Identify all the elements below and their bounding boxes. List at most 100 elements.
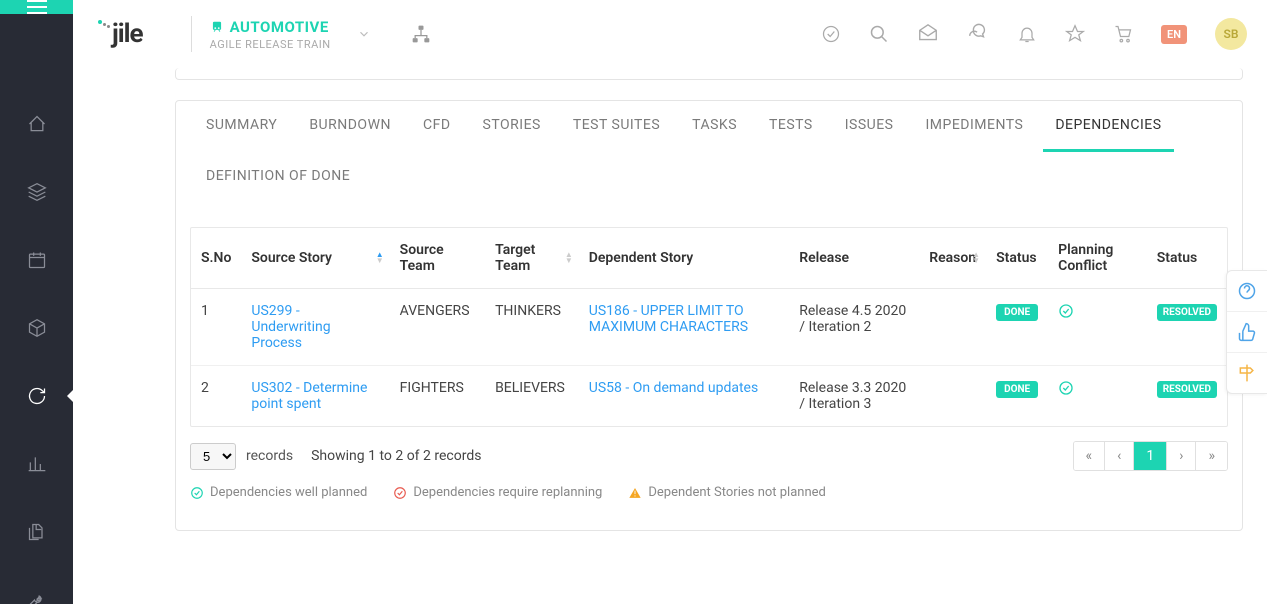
tab-burndown[interactable]: BURNDOWN bbox=[297, 101, 403, 152]
cell-reason bbox=[919, 366, 986, 427]
tab-summary[interactable]: SUMMARY bbox=[194, 101, 289, 152]
source-story-link[interactable]: US299 - Underwriting Process bbox=[251, 303, 330, 351]
col-status2[interactable]: Status bbox=[1147, 228, 1227, 289]
help-icon bbox=[1237, 281, 1257, 301]
status-badge: DONE bbox=[996, 304, 1038, 321]
breadcrumb[interactable]: AUTOMOTIVE AGILE RELEASE TRAIN bbox=[210, 18, 331, 51]
cell-reason bbox=[919, 289, 986, 366]
chat-icon bbox=[967, 23, 989, 45]
mail-button[interactable] bbox=[917, 23, 939, 45]
dependencies-table: S.No Source Story▲▼ Source Team Target T… bbox=[191, 228, 1227, 426]
tabs-row-2: DEFINITION OF DONE bbox=[176, 152, 1242, 203]
pager-prev[interactable]: ‹ bbox=[1105, 442, 1134, 470]
col-planning-conflict[interactable]: Planning Conflict bbox=[1048, 228, 1147, 289]
cart-icon bbox=[1113, 24, 1133, 44]
check-circle-icon bbox=[1058, 380, 1074, 396]
breadcrumb-title: AUTOMOTIVE bbox=[230, 18, 329, 36]
search-icon bbox=[869, 24, 889, 44]
col-dependent-story[interactable]: Dependent Story bbox=[579, 228, 789, 289]
tour-button[interactable] bbox=[1227, 353, 1267, 393]
approve-button[interactable] bbox=[821, 24, 841, 44]
tab-tests[interactable]: TESTS bbox=[757, 101, 825, 152]
col-release[interactable]: Release bbox=[789, 228, 919, 289]
legend-not-planned: Dependent Stories not planned bbox=[628, 485, 826, 500]
dependent-story-link[interactable]: US58 - On demand updates bbox=[589, 380, 758, 396]
cell-dependent-story: US186 - UPPER LIMIT TO MAXIMUM CHARACTER… bbox=[579, 289, 789, 366]
feedback-button[interactable] bbox=[1227, 312, 1267, 353]
sidebar-tools[interactable] bbox=[17, 580, 57, 604]
star-icon bbox=[1065, 24, 1085, 44]
tab-cfd[interactable]: CFD bbox=[411, 101, 463, 152]
table-footer: 5 records Showing 1 to 2 of 2 records « … bbox=[190, 441, 1228, 471]
col-target-team[interactable]: Target Team▲▼ bbox=[485, 228, 579, 289]
sidebar-toggle[interactable] bbox=[0, 0, 73, 14]
cell-target-team: THINKERS bbox=[485, 289, 579, 366]
help-button[interactable] bbox=[1227, 271, 1267, 312]
check-circle-icon bbox=[1058, 303, 1074, 319]
logo-text: jile bbox=[112, 19, 143, 49]
chat-button[interactable] bbox=[967, 23, 989, 45]
source-story-link[interactable]: US302 - Determine point spent bbox=[251, 380, 367, 412]
pager-first[interactable]: « bbox=[1074, 442, 1106, 470]
sidebar-box[interactable] bbox=[17, 308, 57, 348]
home-icon bbox=[27, 114, 47, 134]
col-source-story[interactable]: Source Story▲▼ bbox=[241, 228, 389, 289]
legend-well-planned: Dependencies well planned bbox=[190, 485, 367, 500]
sidebar bbox=[0, 0, 73, 604]
files-icon bbox=[27, 522, 47, 542]
sitemap-icon bbox=[411, 24, 431, 44]
pager-page-1[interactable]: 1 bbox=[1134, 442, 1167, 470]
sidebar-files[interactable] bbox=[17, 512, 57, 552]
pagination: « ‹ 1 › » bbox=[1073, 441, 1228, 471]
tab-tasks[interactable]: TASKS bbox=[680, 101, 749, 152]
sidebar-home[interactable] bbox=[17, 104, 57, 144]
tab-impediments[interactable]: IMPEDIMENTS bbox=[913, 101, 1035, 152]
col-source-team[interactable]: Source Team bbox=[390, 228, 485, 289]
top-header: jile AUTOMOTIVE AGILE RELEASE TRAIN bbox=[78, 0, 1267, 68]
resolved-badge: RESOLVED bbox=[1157, 381, 1217, 398]
cell-status: DONE bbox=[986, 366, 1048, 427]
app-logo[interactable]: jile bbox=[98, 19, 143, 49]
col-sno[interactable]: S.No bbox=[191, 228, 241, 289]
sitemap-button[interactable] bbox=[411, 24, 431, 44]
cell-release: Release 4.5 2020 / Iteration 2 bbox=[789, 289, 919, 366]
notifications-button[interactable] bbox=[1017, 24, 1037, 44]
pager-next[interactable]: › bbox=[1167, 442, 1196, 470]
cart-button[interactable] bbox=[1113, 24, 1133, 44]
pager-last[interactable]: » bbox=[1196, 442, 1227, 470]
tab-stories[interactable]: STORIES bbox=[471, 101, 553, 152]
tab-issues[interactable]: ISSUES bbox=[833, 101, 906, 152]
search-button[interactable] bbox=[869, 24, 889, 44]
sync-icon bbox=[27, 386, 47, 406]
sidebar-calendar[interactable] bbox=[17, 240, 57, 280]
col-reason[interactable]: Reason▲▼ bbox=[919, 228, 986, 289]
sidebar-layers[interactable] bbox=[17, 172, 57, 212]
dependent-story-link[interactable]: US186 - UPPER LIMIT TO MAXIMUM CHARACTER… bbox=[589, 303, 748, 335]
table-row: 1US299 - Underwriting ProcessAVENGERSTHI… bbox=[191, 289, 1227, 366]
sidebar-chart[interactable] bbox=[17, 444, 57, 484]
check-circle-icon bbox=[190, 486, 204, 500]
tab-definition-of-done[interactable]: DEFINITION OF DONE bbox=[194, 152, 362, 203]
main-content: SUMMARYBURNDOWNCFDSTORIESTEST SUITESTASK… bbox=[151, 68, 1267, 604]
language-badge[interactable]: EN bbox=[1161, 25, 1187, 44]
wrench-icon bbox=[27, 590, 47, 604]
cell-status: DONE bbox=[986, 289, 1048, 366]
tab-dependencies[interactable]: DEPENDENCIES bbox=[1043, 101, 1173, 152]
sidebar-sync[interactable] bbox=[17, 376, 57, 416]
legend: Dependencies well planned Dependencies r… bbox=[190, 485, 1228, 500]
chart-icon bbox=[27, 454, 47, 474]
cell-planning bbox=[1048, 366, 1147, 427]
cell-status2: RESOLVED bbox=[1147, 289, 1227, 366]
cell-source-team: FIGHTERS bbox=[390, 366, 485, 427]
user-avatar[interactable]: SB bbox=[1215, 18, 1247, 50]
cell-status2: RESOLVED bbox=[1147, 366, 1227, 427]
check-circle-icon bbox=[393, 486, 407, 500]
layers-icon bbox=[27, 182, 47, 202]
col-status[interactable]: Status bbox=[986, 228, 1048, 289]
showing-text: Showing 1 to 2 of 2 records bbox=[311, 448, 481, 464]
breadcrumb-dropdown[interactable] bbox=[357, 27, 371, 41]
cell-sno: 2 bbox=[191, 366, 241, 427]
star-button[interactable] bbox=[1065, 24, 1085, 44]
page-size-select[interactable]: 5 bbox=[190, 443, 236, 470]
tab-test-suites[interactable]: TEST SUITES bbox=[561, 101, 672, 152]
